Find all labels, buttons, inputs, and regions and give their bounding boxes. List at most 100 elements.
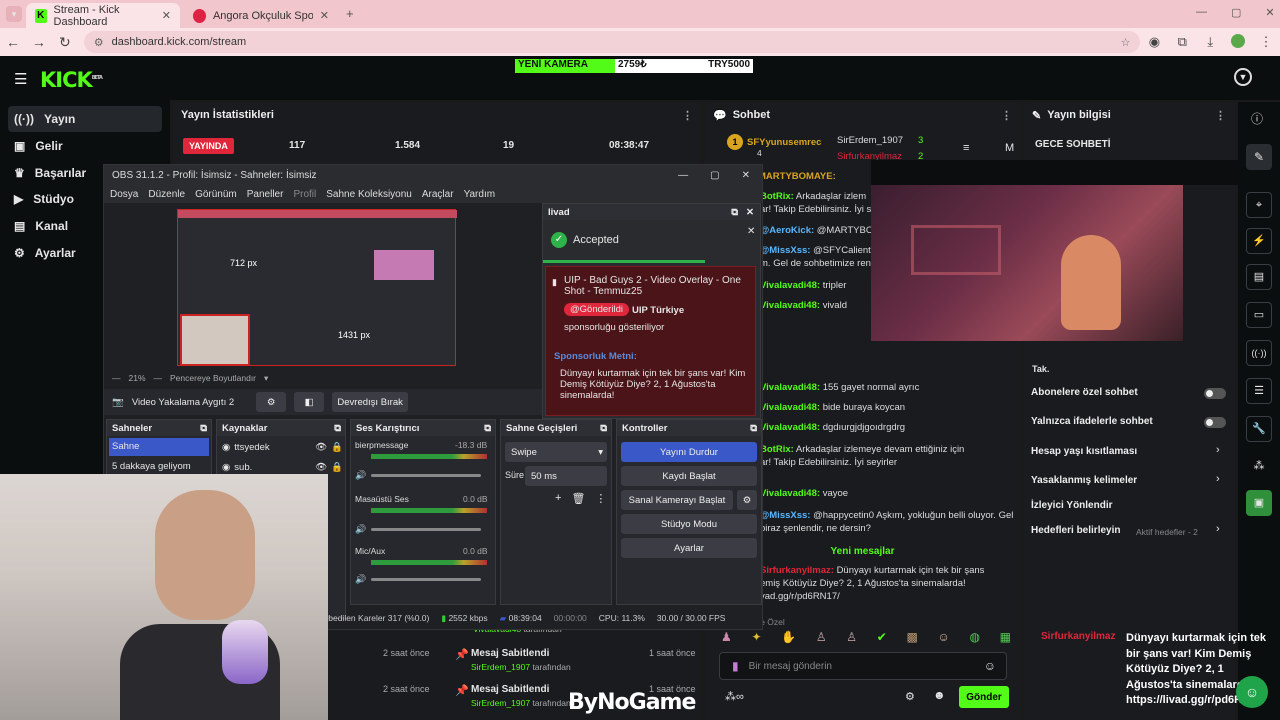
wrench-icon[interactable]: 🔧 [1246, 416, 1272, 442]
panel-menu-icon[interactable]: ⋮ [1001, 109, 1012, 122]
chat-username[interactable]: Vivalavadi48: [760, 280, 820, 291]
lock-icon[interactable]: 🔒 [331, 462, 343, 473]
chat-username[interactable]: Vivalavadi48: [760, 300, 820, 311]
menu-sahne-koleksiyonu[interactable]: Sahne Koleksiyonu [326, 189, 412, 200]
chat-username[interactable]: Vivalavadi48: [760, 402, 820, 413]
obs-minimize-icon[interactable]: — [678, 170, 688, 181]
add-icon[interactable]: + [555, 492, 561, 505]
volume-icon[interactable]: 🔊 [355, 470, 366, 481]
trash-icon[interactable]: 🗑 [571, 492, 585, 505]
dock-close-icon[interactable]: ✕ [746, 207, 754, 218]
minimize-icon[interactable]: — [1196, 6, 1207, 19]
scan-icon[interactable]: ⌖ [1246, 192, 1272, 218]
volume-icon[interactable]: 🔊 [355, 524, 366, 535]
chat-username[interactable]: Vivalavadi48: [760, 488, 820, 499]
site-info-icon[interactable]: ⚙ [94, 36, 104, 49]
volume-slider[interactable] [371, 578, 481, 581]
goals-row[interactable]: Hedefleri belirleyin [1031, 525, 1120, 536]
zoom-in-icon[interactable]: — [154, 373, 163, 384]
profile-avatar[interactable] [1224, 33, 1252, 51]
dock-undock-icon[interactable]: ⧉ [484, 423, 491, 434]
kick-logo[interactable]: KICKBETA [40, 68, 103, 92]
emoji-icon[interactable]: ☺ [984, 659, 996, 673]
close-window-icon[interactable]: ✕ [1265, 6, 1274, 19]
apps-icon[interactable]: ⁂ [1246, 454, 1272, 480]
mod-icon[interactable]: M [1005, 142, 1014, 154]
deactivate-button[interactable]: Devredışı Bırak [332, 392, 409, 412]
panel-menu-icon[interactable]: ⋮ [1215, 109, 1226, 122]
download-icon[interactable]: ⤓ [1196, 34, 1224, 50]
chat-username[interactable]: Vivalavadi48: [760, 422, 820, 433]
menu-araclar[interactable]: Araçlar [422, 189, 454, 200]
menu-dosya[interactable]: Dosya [110, 189, 138, 200]
eye-icon[interactable]: 👁 [315, 442, 327, 453]
obs-preview[interactable]: 712 px 1431 px [177, 209, 457, 366]
chat-username[interactable]: BotRix: [760, 444, 794, 455]
tab-list-icon[interactable]: ▾ [6, 6, 22, 22]
bookmark-star-icon[interactable]: ☆ [1121, 36, 1131, 49]
hamburger-icon[interactable]: ☰ [14, 70, 27, 88]
emote-icon[interactable]: ▦ [1000, 630, 1011, 648]
settings-button[interactable]: Ayarlar [621, 538, 757, 558]
emote-only-toggle[interactable] [1204, 417, 1226, 428]
edit-icon[interactable]: ✎ [1246, 144, 1272, 170]
menu-duzenle[interactable]: Düzenle [148, 189, 185, 200]
preview-webcam-source[interactable] [180, 314, 250, 366]
sliders-icon[interactable]: ☰ [1246, 378, 1272, 404]
broadcast-icon[interactable]: ((·)) [1246, 340, 1272, 366]
maximize-icon[interactable]: ▢ [1231, 6, 1241, 19]
dock-undock-icon[interactable]: ⧉ [334, 423, 341, 434]
start-recording-button[interactable]: Kaydı Başlat [621, 466, 757, 486]
transition-select[interactable]: Swipe ▾ [505, 442, 607, 462]
zoom-out-icon[interactable]: — [112, 373, 121, 384]
emote-icon[interactable]: ✦ [751, 630, 761, 648]
menu-kebab-icon[interactable]: ⋮ [1252, 34, 1280, 50]
stop-stream-button[interactable]: Yayını Durdur [621, 442, 757, 462]
back-icon[interactable]: ← [0, 34, 26, 50]
close-tab-icon[interactable]: ✕ [320, 9, 329, 22]
chevron-right-icon[interactable]: › [1216, 523, 1220, 535]
chat-username[interactable]: BotRix: [760, 191, 794, 202]
emote-icon[interactable]: ▩ [907, 630, 918, 648]
studio-mode-button[interactable]: Stüdyo Modu [621, 514, 757, 534]
info-icon[interactable]: ⓘ [1251, 110, 1263, 127]
emote-icon[interactable]: ♟ [721, 630, 732, 648]
dock-undock-icon[interactable]: ⧉ [731, 207, 738, 218]
url-field[interactable]: ⚙ dashboard.kick.com/stream ☆ [83, 31, 1141, 53]
support-chat-icon[interactable]: ☺ [1236, 676, 1268, 708]
account-age-row[interactable]: Hesap yaşı kısıtlaması [1031, 446, 1137, 457]
source-settings-button[interactable]: ⚙ [256, 392, 287, 412]
banned-words-row[interactable]: Yasaklanmış kelimeler [1031, 475, 1137, 486]
volume-icon[interactable]: 🔊 [355, 574, 366, 585]
tab-angora[interactable]: Angora Okçuluk Spor Kulübü - ✕ [184, 3, 338, 28]
source-filters-button[interactable]: ◧ [294, 392, 325, 412]
duration-field[interactable]: 50 ms [525, 466, 607, 486]
clipboard-icon[interactable]: ▤ [1246, 264, 1272, 290]
close-tab-icon[interactable]: ✕ [162, 9, 171, 22]
send-button[interactable]: Gönder [959, 686, 1009, 708]
emote-icon[interactable]: ☺ [938, 630, 950, 648]
chat-settings-icon[interactable]: ⚙ [905, 690, 915, 703]
obs-close-icon[interactable]: ✕ [742, 170, 750, 181]
chevron-right-icon[interactable]: › [1216, 473, 1220, 485]
scene-item[interactable]: Sahne [109, 438, 209, 456]
points-icon[interactable]: ⁂∞ [725, 690, 744, 703]
nav-yayin[interactable]: ((·)) Yayın [8, 106, 162, 132]
menu-gorunum[interactable]: Görünüm [195, 189, 237, 200]
lock-icon[interactable]: 🔒 [331, 442, 343, 453]
volume-slider[interactable] [371, 474, 481, 477]
chat-username[interactable]: @AeroKick: [760, 225, 814, 236]
chat-username[interactable]: MARTYBOMAYE: [758, 171, 836, 182]
emote-icon[interactable]: ✔ [877, 630, 887, 648]
chat-username[interactable]: Vivalavadi48: [760, 382, 820, 393]
dock-undock-icon[interactable]: ⧉ [600, 423, 607, 434]
chevron-right-icon[interactable]: › [1216, 444, 1220, 456]
menu-yardim[interactable]: Yardım [464, 189, 496, 200]
emote-icon[interactable]: ♙ [846, 630, 857, 648]
chat-username[interactable]: @MissXss: [760, 510, 810, 521]
chat-bubble-icon[interactable]: ▭ [1246, 302, 1272, 328]
puzzle-icon[interactable]: ⧉ [1168, 34, 1196, 50]
panel-menu-icon[interactable]: ⋮ [682, 109, 693, 122]
emote-icon[interactable]: ♙ [816, 630, 827, 648]
emote-icon[interactable]: ✋ [781, 630, 796, 648]
